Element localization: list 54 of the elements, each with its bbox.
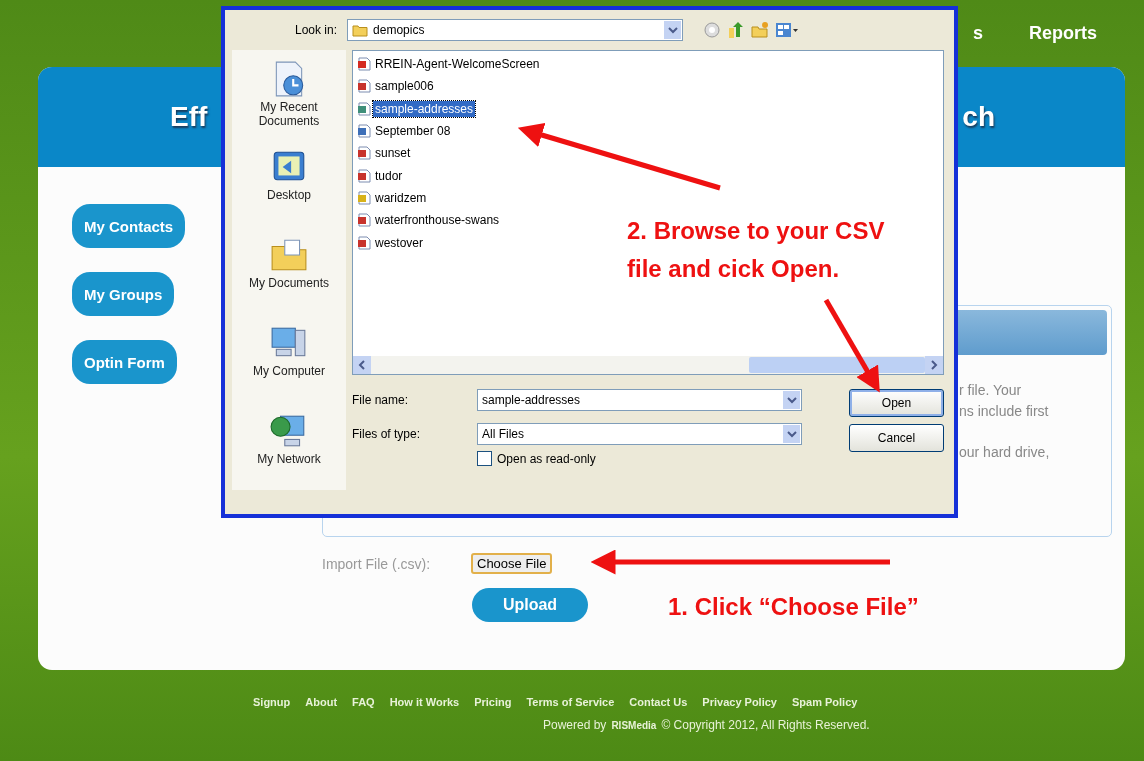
field-label: Import File (.csv):	[322, 555, 432, 572]
file-item[interactable]: September 08	[357, 119, 453, 143]
look-in-dropdown[interactable]: demopics	[347, 19, 684, 41]
checkbox-label: Open as read-only	[497, 451, 596, 466]
cancel-button[interactable]: Cancel	[849, 424, 944, 452]
page-title: Eff	[170, 101, 208, 133]
file-icon	[357, 146, 371, 161]
file-icon	[357, 213, 371, 228]
views-menu-icon[interactable]	[775, 21, 800, 39]
up-folder-icon[interactable]	[727, 21, 746, 39]
places-item[interactable]: My Computer	[237, 324, 341, 402]
file-icon	[357, 124, 371, 139]
places-item[interactable]: My Network	[237, 412, 341, 490]
file-icon	[357, 168, 371, 183]
file-item[interactable]: waridzem	[357, 186, 429, 210]
places-item[interactable]: My Documents	[237, 236, 341, 314]
file-item[interactable]: sample006	[357, 75, 436, 98]
page-title: ch	[962, 101, 995, 133]
annotation-text: 1. Click “Choose File”	[668, 592, 919, 622]
annotation-text: 2. Browse to your CSV file and cick Open.	[627, 216, 886, 285]
file-name-label: File name:	[352, 393, 410, 407]
nav-link[interactable]: s	[972, 22, 983, 44]
back-icon[interactable]	[703, 21, 722, 39]
file-icon	[357, 79, 371, 94]
instruction-text: r file. Your	[959, 382, 1023, 400]
folder-icon	[352, 23, 369, 37]
choose-file-button[interactable]: Choose File	[471, 553, 553, 574]
look-in-label: Look in:	[295, 23, 338, 37]
nav-link[interactable]: Reports	[1029, 22, 1097, 44]
places-item[interactable]: Desktop	[237, 148, 341, 226]
scroll-left-icon[interactable]	[353, 356, 371, 374]
file-item[interactable]: waterfronthouse-swans	[357, 209, 502, 232]
instruction-text: our hard drive,	[959, 444, 1051, 462]
powered-by-text: Powered by	[543, 718, 607, 732]
brand-logo: RISMedia	[611, 720, 657, 731]
file-type-dropdown[interactable]: All Files	[477, 423, 802, 445]
file-icon	[357, 57, 371, 72]
file-icon	[357, 235, 371, 250]
file-type-label: Files of type:	[352, 427, 422, 441]
scrollbar-thumb[interactable]	[749, 357, 925, 373]
file-item[interactable]: westover	[357, 231, 426, 254]
file-icon	[357, 190, 371, 205]
copyright-text: © Copyright 2012, All Rights Reserved.	[661, 718, 870, 732]
places-item[interactable]: My Recent Documents	[237, 60, 341, 138]
scroll-right-icon[interactable]	[925, 356, 943, 374]
file-name-field[interactable]: sample-addresses	[477, 389, 802, 411]
checkbox[interactable]	[477, 451, 492, 466]
file-item[interactable]: sunset	[357, 142, 413, 165]
open-button[interactable]: Open	[849, 389, 944, 417]
instruction-text: ns include first	[959, 403, 1050, 421]
file-item[interactable]: tudor	[357, 164, 405, 187]
horizontal-scrollbar[interactable]	[352, 356, 944, 375]
file-icon	[357, 101, 371, 116]
file-item[interactable]: RREIN-Agent-WelcomeScreen	[357, 53, 542, 76]
